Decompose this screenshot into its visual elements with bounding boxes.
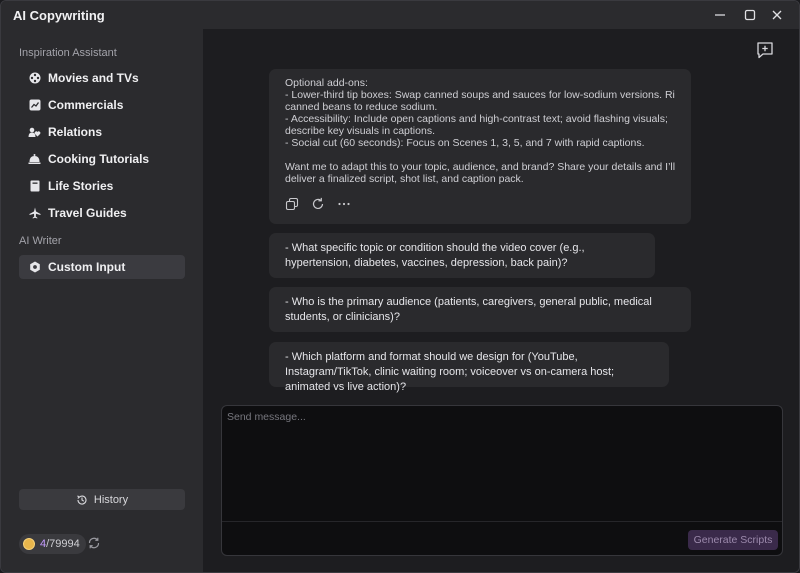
new-chat-icon[interactable] — [755, 40, 775, 65]
message-line: - Lower-third tip boxes: Swap canned sou… — [285, 89, 675, 101]
suggested-question[interactable]: - Which platform and format should we de… — [269, 342, 669, 393]
sidebar-item-label: Travel Guides — [48, 206, 127, 220]
sidebar-item-custom-input[interactable]: Custom Input — [19, 255, 185, 279]
title-bar: AI Copywriting — [1, 1, 799, 29]
history-label: History — [93, 493, 129, 506]
suggested-question[interactable]: - What specific topic or condition shoul… — [269, 233, 655, 278]
ai-writer-label: AI Writer — [19, 235, 62, 247]
assistant-message: Optional add-ons: - Lower-third tip boxe… — [269, 69, 691, 224]
cloche-icon — [28, 153, 41, 166]
minimize-button[interactable] — [710, 5, 730, 25]
app-window: AI Copywriting Inspiration Assistant Mov… — [0, 0, 800, 573]
book-icon — [28, 180, 41, 193]
message-input[interactable] — [222, 406, 782, 520]
credits-total: /79994 — [46, 538, 80, 550]
sidebar-item-label: Custom Input — [48, 260, 126, 274]
sidebar-item-label: Cooking Tutorials — [48, 152, 150, 166]
history-icon — [76, 494, 88, 506]
close-button[interactable] — [767, 5, 787, 25]
chart-icon — [28, 99, 41, 112]
message-line: deliver a finalized script, shot list, a… — [285, 173, 524, 185]
app-title: AI Copywriting — [13, 8, 105, 23]
composer-divider — [222, 521, 782, 522]
sidebar-item-commercials[interactable]: Commercials — [19, 93, 185, 117]
gear-icon — [28, 261, 41, 274]
chat-area: Optional add-ons: - Lower-third tip boxe… — [203, 29, 799, 572]
airplane-icon — [28, 207, 41, 220]
sidebar-item-label: Relations — [48, 125, 103, 139]
message-line: - Social cut (60 seconds): Focus on Scen… — [285, 137, 645, 149]
message-line: Want me to adapt this to your topic, aud… — [285, 161, 675, 173]
message-line: canned beans to reduce sodium. — [285, 101, 438, 113]
sidebar: Inspiration Assistant Movies and TVs Com… — [1, 29, 203, 572]
close-icon — [772, 10, 782, 20]
maximize-button[interactable] — [740, 5, 760, 25]
sidebar-item-label: Commercials — [48, 98, 124, 112]
minimize-icon — [715, 14, 725, 16]
inspiration-assistant-label: Inspiration Assistant — [19, 47, 117, 59]
message-line: - Accessibility: Include open captions a… — [285, 113, 668, 125]
more-icon[interactable] — [337, 197, 351, 211]
sidebar-item-label: Movies and TVs — [48, 71, 139, 85]
sidebar-item-travel-guides[interactable]: Travel Guides — [19, 201, 185, 225]
message-line: describe key visuals in captions. — [285, 125, 435, 137]
sidebar-item-cooking-tutorials[interactable]: Cooking Tutorials — [19, 147, 185, 171]
sidebar-item-label: Life Stories — [48, 179, 114, 193]
heart-people-icon — [28, 126, 41, 139]
message-actions — [285, 197, 351, 211]
message-line: Optional add-ons: — [285, 77, 368, 89]
credits-badge: 4 /79994 — [19, 534, 86, 554]
film-reel-icon — [28, 72, 41, 85]
refresh-icon[interactable] — [87, 536, 101, 550]
sidebar-item-relations[interactable]: Relations — [19, 120, 185, 144]
message-composer: Generate Scripts — [221, 405, 783, 556]
sidebar-item-movies-and-tvs[interactable]: Movies and TVs — [19, 66, 185, 90]
suggested-question[interactable]: - Who is the primary audience (patients,… — [269, 287, 691, 332]
copy-icon[interactable] — [285, 197, 299, 211]
maximize-icon — [744, 9, 756, 21]
sidebar-item-life-stories[interactable]: Life Stories — [19, 174, 185, 198]
generate-scripts-button[interactable]: Generate Scripts — [688, 530, 778, 550]
regenerate-icon[interactable] — [311, 197, 325, 211]
history-button[interactable]: History — [19, 489, 185, 510]
coin-icon — [23, 538, 35, 550]
